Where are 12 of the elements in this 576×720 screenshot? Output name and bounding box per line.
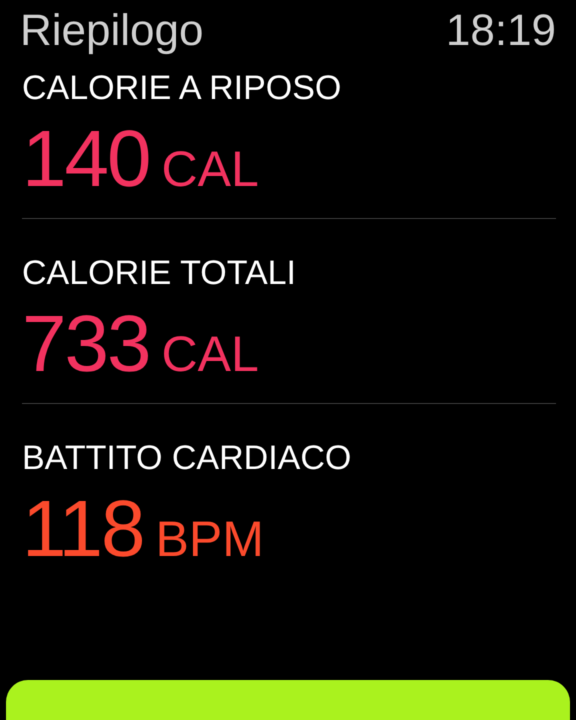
metric-label: CALORIE TOTALI	[22, 253, 297, 293]
metric-value: 733	[22, 303, 150, 385]
metric-unit: CAL	[161, 143, 259, 195]
metric-unit: BPM	[156, 513, 264, 565]
metric-value: 140	[22, 118, 150, 200]
clock-time: 18:19	[446, 6, 556, 56]
metric-label: CALORIE A RIPOSO	[22, 68, 342, 108]
action-button[interactable]	[6, 680, 570, 720]
metric-unit: CAL	[161, 328, 259, 380]
metric-value: 118	[22, 488, 144, 570]
screen-title: Riepilogo	[20, 6, 204, 56]
metric-label: BATTITO CARDIACO	[22, 438, 352, 478]
